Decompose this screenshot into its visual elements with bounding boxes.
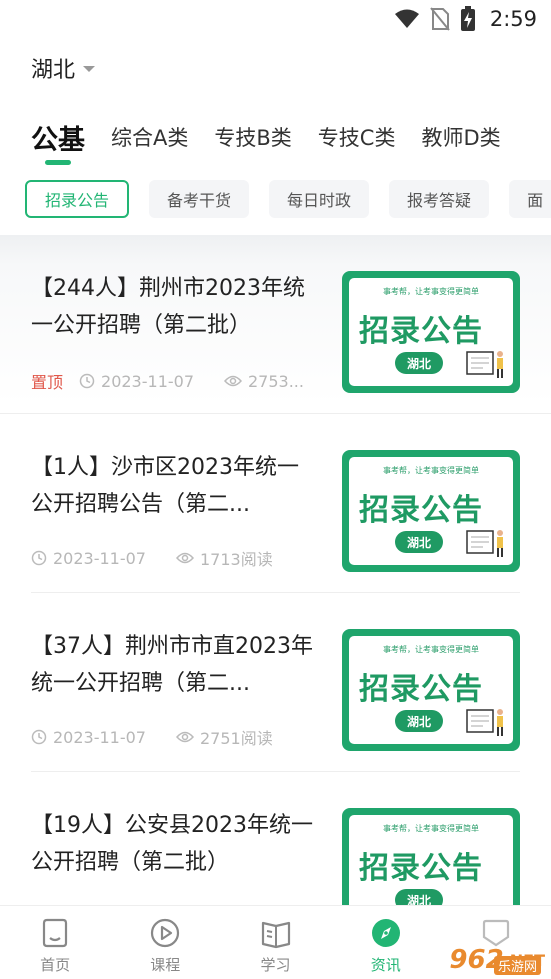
status-bar: 2:59 (0, 0, 551, 40)
article-list: 【244人】荆州市2023年统一公开招聘（第二批） 置顶 2023-11-07 … (0, 235, 551, 951)
wifi-icon (394, 9, 419, 28)
tab-label: 教师D类 (421, 126, 501, 150)
article-title: 【1人】沙市区2023年统一公开招聘公告（第二... (31, 455, 299, 517)
filter-chips: 招录公告 备考干货 每日时政 报考答疑 面 (25, 180, 551, 218)
tab-gongji[interactable]: 公基 (31, 117, 85, 165)
person-illustration-icon (466, 530, 503, 557)
pinned-badge: 置顶 (31, 373, 64, 392)
article-thumbnail: 事考帮，让考事变得更简单 招录公告 湖北 (342, 271, 520, 393)
article-title: 【37人】荆州市市直2023年统一公开招聘（第二... (31, 634, 313, 696)
nav-label: 课程 (150, 956, 181, 974)
book-icon (261, 921, 290, 949)
clock-icon (79, 373, 95, 389)
play-icon (151, 918, 180, 948)
nav-label: 学习 (260, 956, 291, 974)
eye-icon (224, 375, 242, 387)
thumb-badge: 湖北 (395, 710, 443, 732)
thumb-slogan: 事考帮，让考事变得更简单 (383, 824, 479, 833)
tab-label: 公基 (31, 124, 85, 156)
article-date: 2023-11-07 (53, 727, 146, 747)
article-meta: 置顶 2023-11-07 2753... (31, 369, 328, 393)
article-title: 【19人】公安县2023年统一公开招聘（第二批） (31, 813, 313, 875)
thumb-slogan: 事考帮，让考事变得更简单 (383, 645, 479, 654)
article-date: 2023-11-07 (53, 548, 146, 568)
article-views: 2751阅读 (199, 729, 273, 748)
region-selector[interactable]: 湖北 (31, 52, 96, 84)
thumb-title: 招录公告 (359, 851, 483, 886)
chip-interview[interactable]: 面 (509, 180, 551, 218)
category-tabs: 公基 综合A类 专技B类 专技C类 教师D类 (31, 112, 551, 165)
nav-label: 资讯 (370, 956, 401, 974)
tab-jiaoshi-d[interactable]: 教师D类 (421, 117, 500, 157)
chip-daily-news[interactable]: 每日时政 (269, 180, 370, 218)
nav-label: 首页 (40, 956, 71, 974)
person-illustration-icon (466, 351, 503, 378)
thumb-slogan: 事考帮，让考事变得更简单 (383, 466, 479, 475)
caret-down-icon (83, 66, 96, 72)
watermark-sub: 乐游网 (493, 956, 541, 975)
thumb-slogan: 事考帮，让考事变得更简单 (383, 287, 479, 296)
article-thumbnail: 事考帮，让考事变得更简单 招录公告 湖北 (342, 629, 520, 751)
nav-study[interactable]: 学习 (220, 906, 330, 979)
date-group: 2023-11-07 (31, 728, 146, 747)
nav-courses[interactable]: 课程 (110, 906, 220, 979)
article-item[interactable]: 【37人】荆州市市直2023年统一公开招聘（第二... 2023-11-07 2… (31, 593, 520, 772)
article-item[interactable]: 【1人】沙市区2023年统一公开招聘公告（第二... 2023-11-07 17… (31, 414, 520, 593)
thumb-badge: 湖北 (395, 352, 443, 374)
views-group: 2751阅读 (175, 725, 273, 749)
region-label: 湖北 (31, 58, 76, 83)
article-meta: 2023-11-07 2751阅读 (31, 725, 297, 749)
views-group: 2753... (224, 372, 304, 391)
clock-icon (31, 729, 47, 745)
nav-home[interactable]: 首页 (0, 906, 110, 979)
home-icon (42, 918, 68, 948)
date-group: 2023-11-07 (79, 372, 194, 391)
nav-news[interactable]: 资讯 (331, 906, 441, 979)
article-title: 【244人】荆州市2023年统一公开招聘（第二批） (31, 276, 305, 338)
tab-zhuanji-c[interactable]: 专技C类 (318, 117, 396, 157)
tab-label: 专技B类 (214, 126, 292, 150)
views-group: 1713阅读 (175, 546, 273, 570)
clock-icon (31, 550, 47, 566)
thumb-badge: 湖北 (395, 531, 443, 553)
battery-charging-icon (460, 6, 475, 31)
active-tab-indicator (45, 160, 71, 165)
person-illustration-icon (466, 709, 503, 736)
tab-zhuanji-b[interactable]: 专技B类 (214, 117, 291, 157)
tab-label: 综合A类 (111, 126, 189, 150)
no-sim-icon (430, 7, 450, 31)
site-watermark: 962 .NET 乐游网 (449, 945, 545, 975)
article-thumbnail: 事考帮，让考事变得更简单 招录公告 湖北 (342, 450, 520, 572)
article-item[interactable]: 【244人】荆州市2023年统一公开招聘（第二批） 置顶 2023-11-07 … (0, 235, 551, 414)
tab-zonghe-a[interactable]: 综合A类 (111, 117, 188, 157)
status-time: 2:59 (489, 7, 537, 31)
chip-exam-qa[interactable]: 报考答疑 (389, 180, 490, 218)
tab-label: 专技C类 (317, 126, 396, 150)
article-date: 2023-11-07 (101, 371, 194, 391)
date-group: 2023-11-07 (31, 549, 146, 568)
eye-icon (175, 552, 194, 564)
article-meta: 2023-11-07 1713阅读 (31, 546, 297, 570)
article-views: 1713阅读 (199, 550, 273, 569)
chip-recruitment-notice[interactable]: 招录公告 (25, 180, 130, 218)
eye-icon (175, 731, 194, 743)
compass-icon (371, 919, 400, 947)
article-views: 2753... (248, 371, 304, 391)
status-icons: 2:59 (394, 6, 537, 32)
chip-prep-tips[interactable]: 备考干货 (149, 180, 250, 218)
